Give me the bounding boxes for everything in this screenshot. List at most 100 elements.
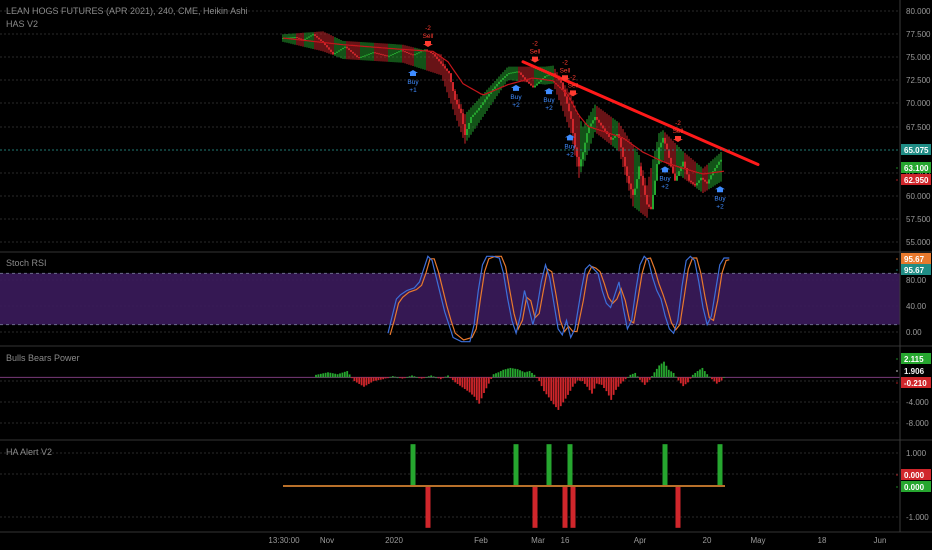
- candle-body: [386, 55, 388, 57]
- buy-signal-count: +2: [566, 151, 574, 158]
- bbp-bar: [687, 377, 689, 383]
- bbp-bar: [495, 373, 497, 378]
- bbp-bar: [507, 368, 509, 378]
- candle-body: [614, 135, 616, 138]
- sell-signal-count: -2: [532, 41, 538, 48]
- candle-body: [338, 50, 340, 52]
- sell-signal-count: -2: [562, 59, 568, 66]
- candle-body: [346, 46, 348, 49]
- candle-body: [334, 52, 336, 55]
- candle-body: [378, 53, 380, 55]
- x-tick-label: Apr: [634, 536, 647, 545]
- last-value-badge: 95.67: [896, 253, 931, 264]
- candle-body: [720, 159, 722, 162]
- bbp-bar: [694, 372, 697, 378]
- bbp-bar: [667, 369, 670, 378]
- candle-body: [546, 75, 548, 77]
- candle-body: [676, 175, 678, 181]
- ha-alert-down-bar: [425, 486, 431, 528]
- y-tick-label: 77.500: [906, 30, 931, 39]
- bbp-bar: [504, 369, 507, 378]
- bbp-bar: [315, 374, 317, 378]
- candle-body: [306, 37, 308, 39]
- candle-body: [610, 136, 612, 140]
- bbp-bar: [348, 374, 351, 378]
- candle-body: [494, 86, 496, 89]
- candle-body: [298, 37, 300, 39]
- bbp-bar: [451, 377, 454, 381]
- candle-body: [718, 161, 720, 165]
- bbp-bar: [372, 377, 375, 382]
- bbp-bar: [583, 377, 586, 384]
- candle-body: [566, 96, 568, 104]
- bbp-bar: [619, 377, 622, 384]
- bbp-bar: [473, 377, 476, 397]
- bbp-bar: [598, 377, 601, 385]
- last-value-badge: 1.906: [896, 365, 931, 376]
- last-value-label: 2.115: [904, 355, 924, 364]
- bbp-bar: [427, 376, 430, 378]
- candle-body: [398, 51, 400, 53]
- bbp-bar: [511, 368, 514, 378]
- buy-signal-count: +2: [661, 183, 669, 190]
- candle-body: [628, 175, 630, 184]
- bbp-bar: [336, 374, 339, 378]
- candle-body: [622, 147, 624, 157]
- candle-body: [332, 51, 334, 55]
- candle-body: [612, 137, 614, 140]
- bbp-bar: [420, 377, 423, 379]
- last-value-label: 62.950: [904, 176, 929, 185]
- candle-body: [304, 38, 306, 40]
- candle-body: [478, 107, 480, 111]
- candle-body: [450, 73, 452, 83]
- candle-body: [696, 182, 698, 186]
- candle-body: [358, 57, 360, 59]
- candle-body: [434, 54, 436, 57]
- candle-body: [624, 156, 626, 167]
- buy-signal-label: Buy: [714, 195, 726, 202]
- candle-body: [462, 113, 464, 125]
- candle-body: [678, 171, 680, 176]
- bbp-bar: [468, 377, 471, 393]
- candle-body: [638, 166, 640, 180]
- candle-body: [394, 53, 396, 55]
- last-value-badge: -0.210: [896, 377, 931, 388]
- bbp-bar: [442, 377, 445, 379]
- bbp-bar: [475, 377, 478, 401]
- bbp-bar: [699, 369, 701, 378]
- last-value-badge: 0.000: [896, 481, 931, 492]
- sell-signal-label: Sell: [530, 49, 541, 56]
- bbp-bar: [634, 372, 637, 378]
- candle-body: [354, 53, 356, 56]
- candle-body: [536, 83, 538, 86]
- bbp-bar: [346, 371, 349, 378]
- bbp-bar: [367, 377, 370, 384]
- candle-body: [562, 82, 564, 90]
- ha-alert-up-bar: [662, 444, 668, 486]
- candle-body: [312, 34, 314, 36]
- sell-signal-count: -2: [425, 25, 431, 32]
- candle-body: [472, 114, 474, 117]
- candle-body: [292, 37, 294, 39]
- candle-body: [360, 56, 362, 58]
- y-tick-label: 40.00: [906, 302, 927, 311]
- y-tick-label: 80.000: [906, 7, 931, 16]
- bbp-bar: [485, 377, 488, 389]
- bbp-bar: [708, 376, 711, 378]
- ha-alert-up-bar: [717, 444, 723, 486]
- bbp-bar: [459, 377, 461, 386]
- candle-body: [626, 166, 628, 176]
- bbp-bar: [574, 377, 577, 384]
- candle-body: [672, 166, 674, 174]
- bbp-bar: [646, 377, 649, 383]
- candle-body: [420, 51, 422, 53]
- candle-body: [580, 159, 582, 167]
- candle-body: [366, 54, 368, 56]
- sell-signal-label: Sell: [560, 67, 571, 74]
- candle-body: [440, 61, 442, 64]
- y-tick-label: 70.000: [906, 99, 931, 108]
- bbp-bar: [389, 376, 392, 378]
- buy-signal-count: +2: [716, 203, 724, 210]
- bbp-bar: [691, 374, 694, 378]
- bbp-bar: [655, 368, 658, 378]
